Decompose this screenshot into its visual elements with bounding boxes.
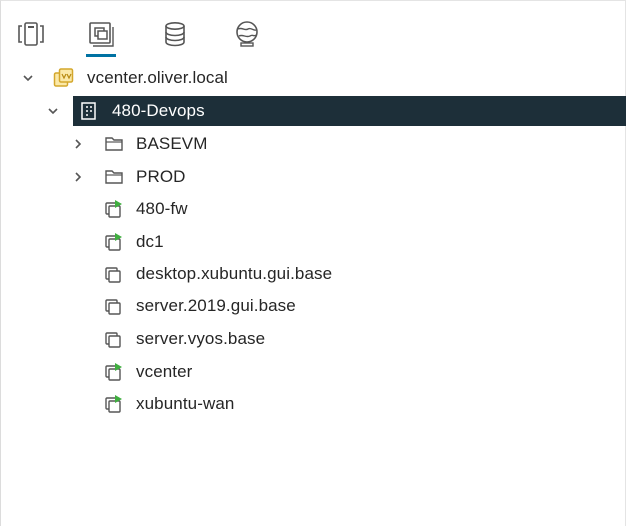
vms-and-templates-icon xyxy=(86,20,116,48)
vm-powered-on-icon xyxy=(103,198,125,220)
storage-icon xyxy=(161,20,189,48)
tree-node-label: BASEVM xyxy=(136,134,208,153)
chevron-right-icon[interactable] xyxy=(71,170,85,184)
tree-node-label: dc1 xyxy=(136,232,164,251)
tree-node-label: 480-Devops xyxy=(112,101,205,120)
datacenter-icon xyxy=(78,100,100,122)
tree-node-vm[interactable]: server.2019.gui.base xyxy=(1,291,626,321)
tree-node-label: vcenter xyxy=(136,362,193,381)
tree-node-label: server.vyos.base xyxy=(136,329,266,348)
tree-node-folder[interactable]: BASEVM xyxy=(1,129,626,159)
networking-tab[interactable] xyxy=(230,17,264,51)
folder-icon xyxy=(103,133,125,155)
tree-node-vcenter-server[interactable]: vcenter.oliver.local xyxy=(1,63,626,93)
folder-icon xyxy=(103,166,125,188)
vcenter-server-icon xyxy=(53,67,75,89)
vm-powered-on-icon xyxy=(103,231,125,253)
tree-node-vm[interactable]: desktop.xubuntu.gui.base xyxy=(1,259,626,289)
tree-node-vm[interactable]: vcenter xyxy=(1,357,626,387)
vm-powered-on-icon xyxy=(103,361,125,383)
vm-icon xyxy=(103,263,125,285)
tree-node-label: PROD xyxy=(136,167,186,186)
networking-icon xyxy=(232,19,262,49)
tree-node-vm[interactable]: dc1 xyxy=(1,227,626,257)
tree-node-label: xubuntu-wan xyxy=(136,394,235,413)
chevron-down-icon[interactable] xyxy=(46,104,60,118)
hosts-and-clusters-icon xyxy=(16,21,46,47)
inventory-toolbar xyxy=(1,1,626,59)
inventory-panel: vcenter.oliver.local 480-Devops BASEVM P… xyxy=(0,0,626,526)
storage-tab[interactable] xyxy=(158,17,192,51)
tree-node-folder[interactable]: PROD xyxy=(1,162,626,192)
tree-node-vm[interactable]: server.vyos.base xyxy=(1,324,626,354)
tree-node-label: server.2019.gui.base xyxy=(136,296,296,315)
tree-node-vm[interactable]: xubuntu-wan xyxy=(1,389,626,419)
tree-node-label: desktop.xubuntu.gui.base xyxy=(136,264,333,283)
tree-node-label: vcenter.oliver.local xyxy=(87,68,228,87)
chevron-right-icon[interactable] xyxy=(71,137,85,151)
vm-powered-on-icon xyxy=(103,393,125,415)
hosts-and-clusters-tab[interactable] xyxy=(14,17,48,51)
tree-node-vm[interactable]: 480-fw xyxy=(1,194,626,224)
vm-icon xyxy=(103,295,125,317)
tree-node-label: 480-fw xyxy=(136,199,188,218)
tree-node-datacenter[interactable]: 480-Devops xyxy=(73,96,626,126)
chevron-down-icon[interactable] xyxy=(21,71,35,85)
vm-icon xyxy=(103,328,125,350)
vms-and-templates-tab[interactable] xyxy=(84,17,118,57)
